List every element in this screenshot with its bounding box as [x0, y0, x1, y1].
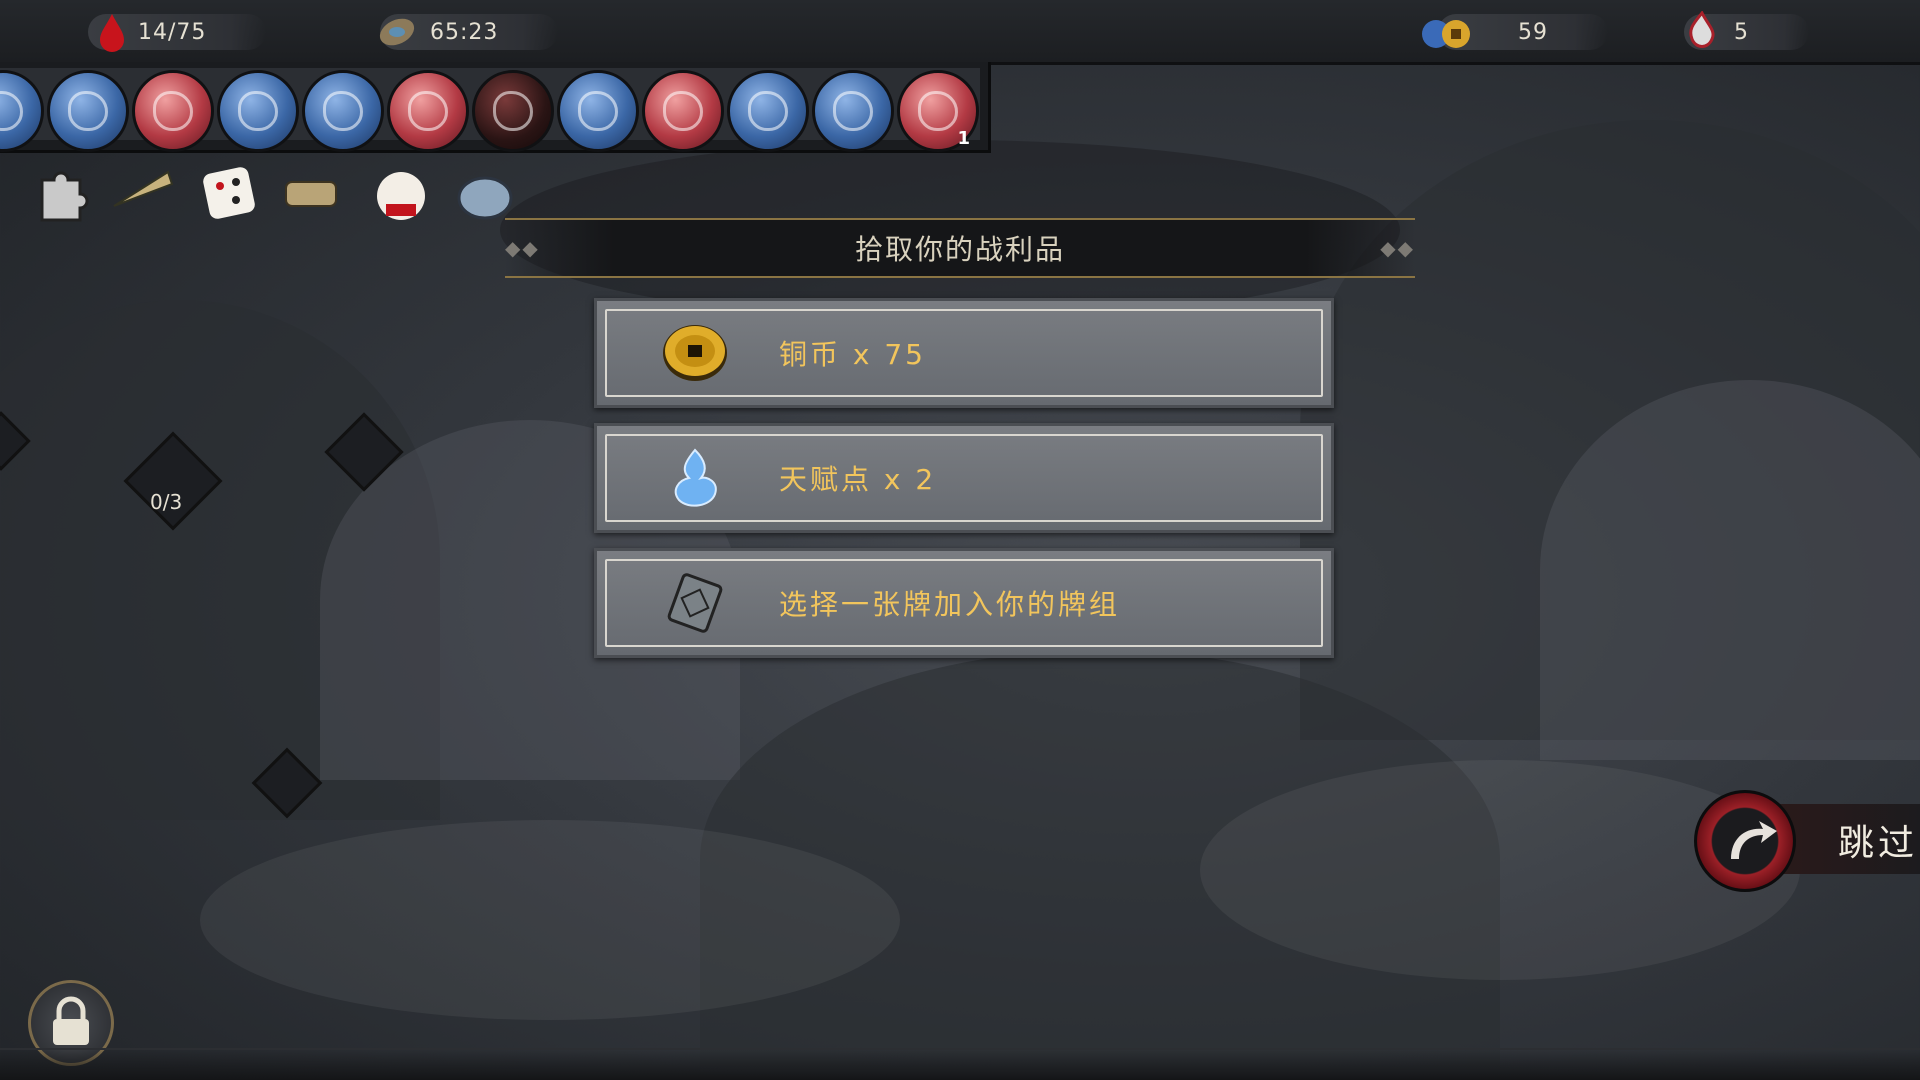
loot-option-label: 选择一张牌加入你的牌组	[779, 588, 1121, 621]
loot-header: ◆◆ 拾取你的战利品 ◆◆	[505, 218, 1415, 278]
loot-option-label: 铜币 x 75	[779, 338, 927, 371]
ability-orb[interactable]	[47, 70, 129, 152]
loot-option-label: 天赋点 x 2	[779, 463, 937, 496]
scroll-icon[interactable]	[278, 160, 344, 226]
coin-display: 59	[1416, 10, 1608, 54]
loot-option-talent[interactable]: 天赋点 x 2	[594, 423, 1334, 533]
loot-title: 拾取你的战利品	[854, 233, 1065, 266]
timer-display: 65:23	[374, 10, 559, 54]
ability-orb[interactable]	[727, 70, 809, 152]
skip-button[interactable]: 跳过	[1694, 790, 1920, 892]
top-resource-bar: 14/75 65:23 59 5	[0, 0, 1920, 65]
ability-orb[interactable]	[472, 70, 554, 152]
puzzle-piece-icon[interactable]	[28, 160, 94, 226]
ability-glyph-icon	[833, 91, 873, 131]
ability-orb[interactable]	[387, 70, 469, 152]
teapot-icon[interactable]	[452, 160, 518, 226]
ability-glyph-icon	[323, 91, 363, 131]
ability-bar: 1	[0, 62, 991, 153]
loot-option-coins[interactable]: 铜币 x 75	[594, 298, 1334, 408]
ability-glyph-icon	[68, 91, 108, 131]
ability-glyph-icon	[578, 91, 618, 131]
blood-drop-icon	[100, 14, 124, 52]
dice-icon[interactable]	[196, 160, 262, 226]
skip-label: 跳过	[1838, 823, 1919, 864]
skip-arrow-icon	[1694, 790, 1796, 892]
hourglass-icon	[379, 18, 415, 46]
ability-glyph-icon	[748, 91, 788, 131]
ability-orb[interactable]	[132, 70, 214, 152]
ability-count: 1	[957, 128, 970, 149]
hp-display: 14/75	[88, 10, 267, 54]
talent-flame-icon	[1689, 11, 1715, 48]
diamond-ornament-icon: ◆◆	[1380, 236, 1415, 260]
card-icon	[667, 573, 723, 633]
diamond-ornament-icon: ◆◆	[505, 236, 540, 260]
lucky-cat-icon[interactable]	[368, 160, 434, 226]
ability-orb[interactable]	[642, 70, 724, 152]
ability-orb[interactable]	[812, 70, 894, 152]
loot-option-card[interactable]: 选择一张牌加入你的牌组	[594, 548, 1334, 658]
ability-glyph-icon	[153, 91, 193, 131]
ability-glyph-icon	[408, 91, 448, 131]
ability-orb[interactable]	[557, 70, 639, 152]
map-node-progress: 0/3	[150, 490, 183, 514]
straw-hat-icon[interactable]	[110, 160, 176, 226]
ability-glyph-icon	[493, 91, 533, 131]
ability-orb[interactable]	[302, 70, 384, 152]
ability-glyph-icon	[918, 91, 958, 131]
ability-orb[interactable]: 1	[897, 70, 979, 152]
bottom-edge	[0, 1048, 1920, 1080]
talent-spirit-icon	[674, 448, 717, 507]
ability-glyph-icon	[0, 91, 23, 131]
copper-coin-icon	[663, 325, 727, 381]
talent-display: 5	[1680, 10, 1809, 54]
ability-glyph-icon	[663, 91, 703, 131]
ability-orb[interactable]	[217, 70, 299, 152]
ability-glyph-icon	[238, 91, 278, 131]
coin-pouch-icon	[1422, 20, 1470, 48]
